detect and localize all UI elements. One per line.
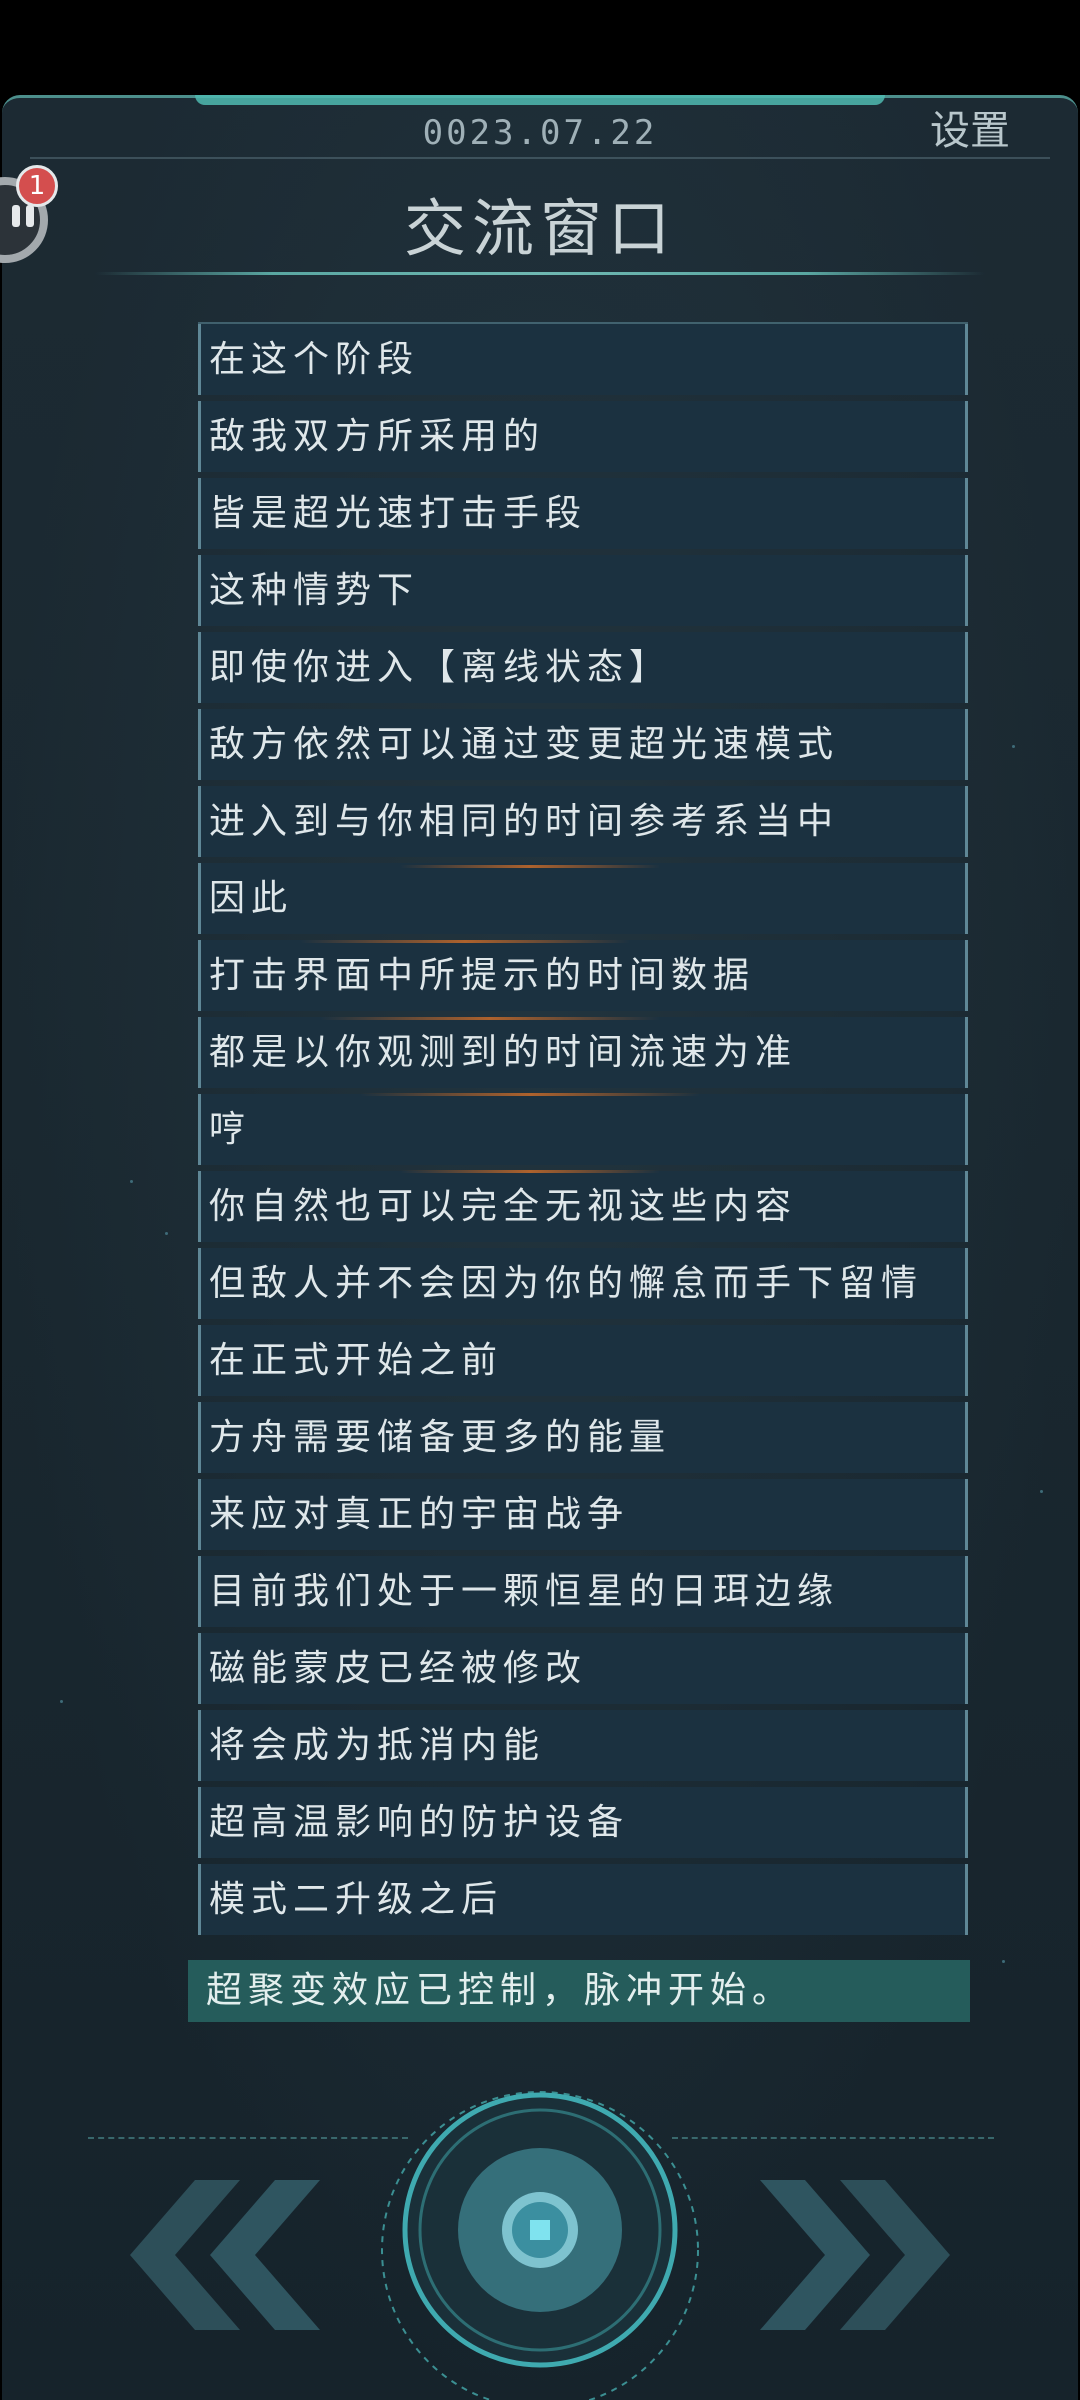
message-line: 磁能蒙皮已经被修改 [198,1633,968,1704]
message-line: 因此 [198,863,968,934]
star-decoration [165,1232,168,1235]
title-underline [95,272,985,275]
message-line: 哼 [198,1094,968,1165]
message-line: 你自然也可以完全无视这些内容 [198,1171,968,1242]
message-line: 模式二升级之后 [198,1864,968,1935]
system-message: 超聚变效应已控制，脉冲开始。 [188,1960,970,2022]
control-divider [672,2137,994,2139]
message-line: 超高温影响的防护设备 [198,1787,968,1858]
message-line: 来应对真正的宇宙战争 [198,1479,968,1550]
double-chevron-left-icon[interactable] [100,2175,320,2335]
message-line: 在正式开始之前 [198,1325,968,1396]
message-line: 方舟需要储备更多的能量 [198,1402,968,1473]
message-line: 敌方依然可以通过变更超光速模式 [198,709,968,780]
glow-separator [320,1017,660,1020]
message-list[interactable]: 在这个阶段 敌我双方所采用的 皆是超光速打击手段 这种情势下 即使你进入【离线状… [198,322,968,1941]
message-line: 打击界面中所提示的时间数据 [198,940,968,1011]
message-line: 进入到与你相同的时间参考系当中 [198,786,968,857]
star-decoration [60,1700,63,1703]
message-line: 都是以你观测到的时间流速为准 [198,1017,968,1088]
avatar-eye [12,205,20,227]
glow-separator [300,940,630,943]
message-line: 敌我双方所采用的 [198,401,968,472]
message-line: 但敌人并不会因为你的懈怠而手下留情 [198,1248,968,1319]
date-display: 0023.07.22 [422,113,658,153]
star-decoration [130,1180,133,1183]
message-line: 在这个阶段 [198,324,968,395]
glow-separator [400,865,660,868]
header-divider [30,157,1050,159]
star-decoration [1002,1960,1005,1963]
message-line: 将会成为抵消内能 [198,1710,968,1781]
panel-top-glow [195,95,885,105]
star-decoration [1040,1490,1043,1493]
message-line: 这种情势下 [198,555,968,626]
control-divider [88,2137,408,2139]
settings-button[interactable]: 设置 [920,106,1020,156]
double-chevron-right-icon[interactable] [760,2175,980,2335]
message-line: 目前我们处于一颗恒星的日珥边缘 [198,1556,968,1627]
stop-square-icon [530,2220,550,2240]
message-line: 皆是超光速打击手段 [198,478,968,549]
glow-separator [360,1093,700,1096]
glow-separator [400,1170,660,1173]
star-decoration [1012,745,1015,748]
avatar-eye [26,205,34,227]
page-title: 交流窗口 [403,192,676,265]
notification-badge[interactable]: 1 [16,165,58,207]
center-control-button[interactable] [380,2090,700,2400]
game-screen: 0023.07.22 设置 交流窗口 1 在这个阶段 敌我双方所采用的 皆是超光… [0,0,1080,2400]
message-line: 即使你进入【离线状态】 [198,632,968,703]
